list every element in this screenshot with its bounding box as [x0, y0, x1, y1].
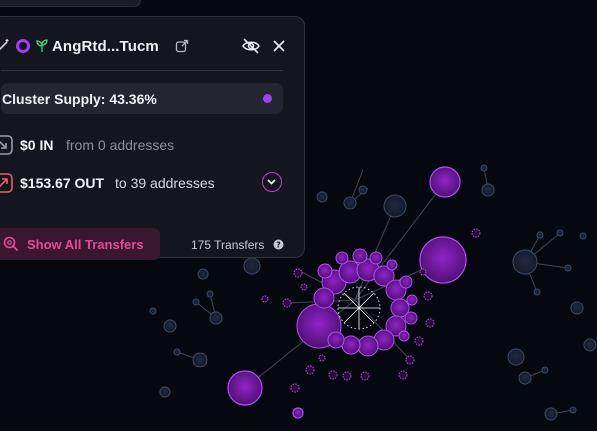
help-icon[interactable]: ? — [273, 239, 284, 253]
top-panel-edge — [0, 0, 141, 7]
sprout-icon — [35, 39, 49, 58]
outflow-detail: to 39 addresses — [115, 175, 215, 191]
cluster-supply-bar: Cluster Supply: 43.36% — [1, 83, 283, 114]
cluster-ring-icon — [15, 38, 31, 59]
header-divider — [1, 70, 283, 71]
arrow-out-icon — [0, 173, 13, 198]
wallet-detail-panel: AngRtd...Tucm Cluster Supply: 43.36% $0 … — [0, 16, 305, 260]
show-all-transfers-button[interactable]: Show All Transfers — [0, 228, 160, 260]
external-link-icon[interactable] — [175, 39, 189, 58]
svg-text:?: ? — [276, 240, 281, 249]
cluster-color-dot — [263, 94, 272, 103]
eye-off-icon[interactable] — [241, 38, 261, 59]
show-all-transfers-label: Show All Transfers — [27, 237, 144, 252]
search-icon — [3, 236, 19, 257]
transfers-count-label: 175 Transfers — [191, 238, 265, 252]
close-icon[interactable] — [272, 39, 286, 58]
panel-header: AngRtd...Tucm — [0, 37, 291, 59]
arrow-in-icon — [0, 135, 13, 160]
address-title: AngRtd...Tucm — [52, 38, 159, 55]
transfers-count: 175 Transfers ? — [191, 238, 284, 252]
inflow-detail: from 0 addresses — [66, 137, 175, 153]
inflow-amount: $0 IN — [20, 137, 54, 153]
cluster-spokes — [337, 286, 381, 330]
outflow-amount: $153.67 OUT — [20, 175, 105, 191]
outflow-row: $153.67 OUT to 39 addresses — [0, 172, 291, 193]
expand-chevron-icon[interactable] — [262, 172, 282, 192]
magic-wand-icon[interactable] — [0, 38, 11, 57]
inflow-row: $0 IN from 0 addresses — [0, 135, 291, 155]
cluster-supply-label: Cluster Supply: 43.36% — [2, 91, 157, 107]
